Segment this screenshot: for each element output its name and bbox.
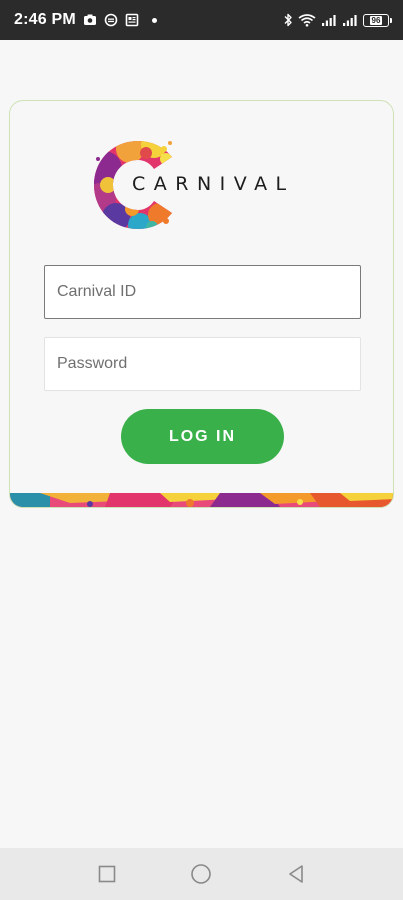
wifi-icon	[298, 14, 316, 27]
notification-dot-icon	[151, 17, 157, 23]
login-button[interactable]: LOG IN	[121, 409, 284, 464]
logo-text-wrap: CARNIVAL	[132, 173, 295, 195]
status-bar-left: 2:46 PM	[14, 11, 157, 29]
home-button[interactable]	[184, 857, 218, 891]
status-bar-right: 96	[283, 13, 392, 27]
password-input[interactable]	[45, 338, 360, 390]
back-triangle-icon	[289, 865, 303, 883]
battery-level: 96	[369, 15, 383, 25]
news-icon	[125, 13, 139, 27]
status-bar: 2:46 PM 96	[0, 0, 403, 40]
clock: 2:46 PM	[14, 11, 76, 28]
bluetooth-icon	[284, 13, 292, 27]
back-button[interactable]	[279, 857, 313, 891]
recents-square-icon	[98, 865, 116, 883]
card-footer-art	[10, 493, 393, 507]
chat-bubble-icon	[104, 13, 118, 27]
carnival-id-field[interactable]	[44, 265, 361, 319]
login-card: CARNIVAL LOG IN	[9, 100, 394, 508]
home-circle-icon	[191, 864, 212, 884]
recents-button[interactable]	[90, 857, 124, 891]
camera-icon	[83, 14, 96, 25]
navigation-bar	[0, 848, 403, 900]
signal-icon	[343, 15, 357, 26]
password-field[interactable]	[44, 337, 361, 391]
signal-icon	[322, 15, 336, 26]
battery-icon: 96	[363, 13, 392, 27]
logo-text: CARNIVAL	[132, 173, 295, 195]
carnival-id-input[interactable]	[45, 266, 360, 318]
